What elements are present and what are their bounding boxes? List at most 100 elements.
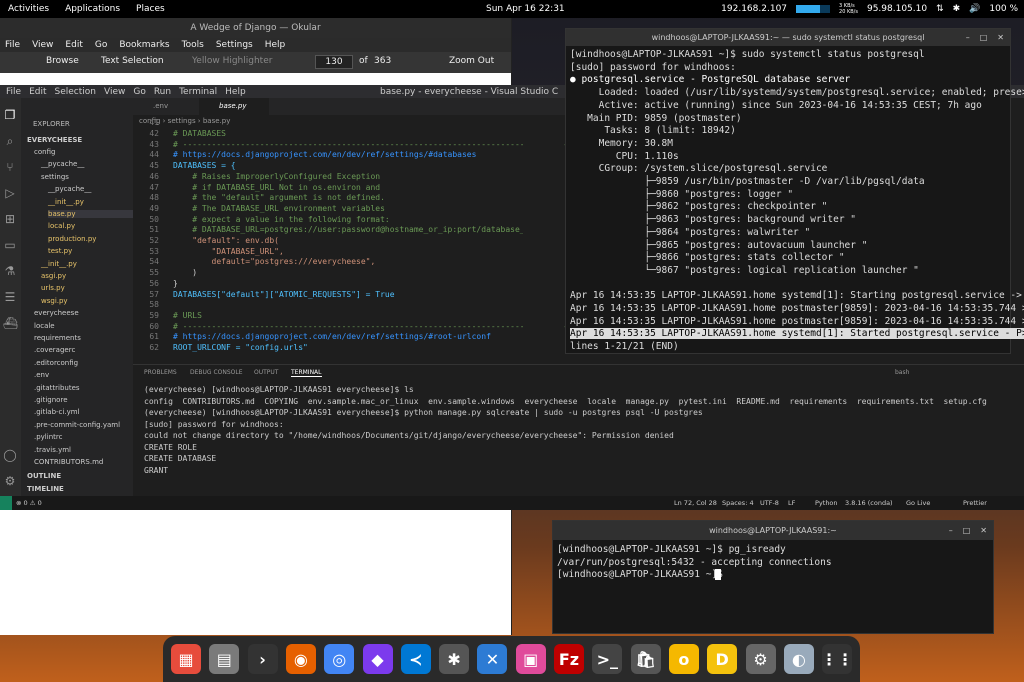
firefox-icon[interactable]: ◉ xyxy=(285,644,316,674)
file-tree-item[interactable]: .env xyxy=(34,371,49,379)
file-tree-item[interactable]: requirements xyxy=(34,334,81,342)
docker-icon[interactable]: ⛴ xyxy=(3,316,18,330)
tab-output[interactable]: OUTPUT xyxy=(254,369,278,376)
yellow-highlighter-tool[interactable]: Yellow Highlighter xyxy=(192,56,272,66)
file-tree-item[interactable]: config xyxy=(34,148,55,156)
coin-icon[interactable]: o xyxy=(668,644,699,674)
places-menu[interactable]: Places xyxy=(128,4,173,14)
filezilla-icon[interactable]: Fz xyxy=(554,644,584,674)
files-icon[interactable]: ▤ xyxy=(209,644,240,674)
file-tree-item[interactable]: local.py xyxy=(48,222,75,230)
search-icon[interactable]: ⌕ xyxy=(3,134,17,148)
outline-section[interactable]: OUTLINE xyxy=(27,472,61,480)
file-tree-item[interactable]: base.py xyxy=(48,210,133,218)
manage-gear-icon[interactable]: ⚙ xyxy=(3,474,17,488)
file-tree-item[interactable]: __init__.py xyxy=(48,198,84,206)
okular-menu-view[interactable]: View xyxy=(32,40,53,50)
timeline-section[interactable]: TIMELINE xyxy=(27,485,64,493)
app-grid-icon[interactable]: ⋮⋮ xyxy=(821,644,853,674)
okular-menu-settings[interactable]: Settings xyxy=(216,40,253,50)
package-icon[interactable]: ▣ xyxy=(515,644,546,674)
vscode-icon[interactable]: ≺ xyxy=(400,644,431,674)
file-tree-item[interactable]: .gitattributes xyxy=(34,384,80,392)
terminal-icon[interactable]: >_ xyxy=(592,644,623,674)
kali-icon[interactable]: ✱ xyxy=(439,644,470,674)
file-tree-item[interactable]: locale xyxy=(34,322,55,330)
okular-menu-go[interactable]: Go xyxy=(95,40,107,50)
testing-icon[interactable]: ⚗ xyxy=(3,264,17,278)
problems-count[interactable]: ⊗ 0 ⚠ 0 xyxy=(16,499,42,507)
vscode-menu-view[interactable]: View xyxy=(104,87,125,97)
terminal-shell-selector[interactable]: bash xyxy=(895,369,909,376)
bluetooth-icon[interactable]: ✱ xyxy=(953,4,961,14)
file-tree-item[interactable]: CONTRIBUTORS.md xyxy=(34,458,103,466)
file-tree-item[interactable]: .gitlab-ci.yml xyxy=(34,408,80,416)
app-store-icon[interactable]: 🛍 xyxy=(630,644,661,674)
end-of-line[interactable]: LF xyxy=(788,499,795,507)
remote-desktop-icon[interactable]: ✕ xyxy=(477,644,508,674)
okular-menu-bookmarks[interactable]: Bookmarks xyxy=(119,40,169,50)
extensions-icon[interactable]: ⊞ xyxy=(3,212,17,226)
remote-explorer-icon[interactable]: ▭ xyxy=(3,238,17,252)
vscode-menu-help[interactable]: Help xyxy=(225,87,246,97)
volume-icon[interactable]: 🔊 xyxy=(969,4,980,14)
file-tree-item[interactable]: .pylintrc xyxy=(34,433,62,441)
tab-debug-console[interactable]: DEBUG CONSOLE xyxy=(190,369,243,376)
run-debug-icon[interactable]: ▷ xyxy=(3,186,17,200)
tab-env[interactable]: .env xyxy=(133,98,199,115)
file-tree-item[interactable]: .gitignore xyxy=(34,396,68,404)
file-tree-item[interactable]: .travis.yml xyxy=(34,446,71,454)
file-tree-item[interactable]: __pycache__ xyxy=(41,160,84,168)
obsidian-icon[interactable]: ◆ xyxy=(362,644,393,674)
encoding[interactable]: UTF-8 xyxy=(760,499,779,507)
windows-icon[interactable]: ▦ xyxy=(171,644,201,674)
tab-terminal[interactable]: TERMINAL xyxy=(291,369,322,377)
file-tree-item[interactable]: everycheese xyxy=(34,309,79,317)
maximize-icon[interactable]: □ xyxy=(980,29,988,46)
indentation[interactable]: Spaces: 4 xyxy=(722,499,754,507)
file-tree-item[interactable]: test.py xyxy=(48,247,72,255)
vscode-menu-selection[interactable]: Selection xyxy=(55,87,96,97)
file-tree-item[interactable]: settings xyxy=(41,173,69,181)
vscode-menu-terminal[interactable]: Terminal xyxy=(179,87,217,97)
tab-problems[interactable]: PROBLEMS xyxy=(144,369,177,376)
minimize-icon[interactable]: – xyxy=(949,521,953,540)
explorer-icon[interactable]: ❐ xyxy=(3,108,17,122)
settings-gear-icon[interactable]: ⚙ xyxy=(745,644,776,674)
applications-menu[interactable]: Applications xyxy=(57,4,128,14)
minimize-icon[interactable]: – xyxy=(966,29,970,46)
vscode-menu-file[interactable]: File xyxy=(6,87,21,97)
file-tree-item[interactable]: __init__.py xyxy=(41,260,77,268)
cursor-position[interactable]: Ln 72, Col 28 xyxy=(674,499,717,507)
file-tree-item[interactable]: asgi.py xyxy=(41,272,66,280)
remote-indicator-icon[interactable] xyxy=(0,496,12,510)
okular-menu-help[interactable]: Help xyxy=(265,40,286,50)
okular-menu-tools[interactable]: Tools xyxy=(182,40,204,50)
file-tree-item[interactable]: __pycache__ xyxy=(48,185,91,193)
disk-icon[interactable]: ◐ xyxy=(783,644,814,674)
minimap[interactable] xyxy=(523,128,563,358)
vscode-menu-edit[interactable]: Edit xyxy=(29,87,46,97)
network-icon[interactable]: ⇅ xyxy=(936,4,944,14)
activities-button[interactable]: Activities xyxy=(0,4,57,14)
tab-base-py[interactable]: base.py xyxy=(199,98,269,115)
file-tree-item[interactable]: wsgi.py xyxy=(41,297,68,305)
vscode-menu-go[interactable]: Go xyxy=(133,87,145,97)
prettier-status[interactable]: Prettier xyxy=(963,499,987,507)
battery-status[interactable]: 100 % xyxy=(989,4,1018,14)
page-number-input[interactable]: 130 xyxy=(315,55,353,69)
project-root[interactable]: EVERYCHEESE xyxy=(27,136,82,144)
python-interpreter[interactable]: 3.8.16 (conda) xyxy=(845,499,893,507)
close-icon[interactable]: ✕ xyxy=(997,29,1004,46)
account-icon[interactable]: ◯ xyxy=(3,448,17,462)
file-tree-item[interactable]: .pre-commit-config.yaml xyxy=(34,421,120,429)
maximize-icon[interactable]: □ xyxy=(963,521,971,540)
chrome-icon[interactable]: ◎ xyxy=(324,644,355,674)
d-app-icon[interactable]: D xyxy=(707,644,738,674)
text-selection-tool[interactable]: Text Selection xyxy=(101,56,164,66)
file-tree-item[interactable]: production.py xyxy=(48,235,96,243)
okular-menu-file[interactable]: File xyxy=(5,40,20,50)
outline-icon[interactable]: ☰ xyxy=(3,290,17,304)
vscode-menu-run[interactable]: Run xyxy=(154,87,171,97)
close-icon[interactable]: ✕ xyxy=(980,521,987,540)
